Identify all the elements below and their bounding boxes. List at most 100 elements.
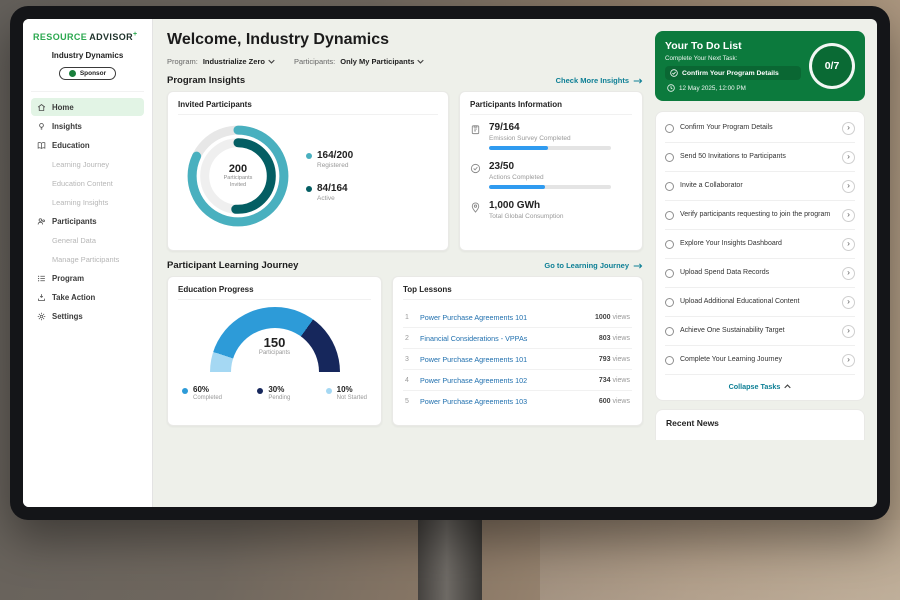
task-row[interactable]: Upload Additional Educational Content ›	[665, 288, 855, 317]
learning-cards-row: Education Progress 150 Participants	[167, 276, 643, 426]
monitor-bezel: RESOURCEADVISOR+ Industry Dynamics Spons…	[10, 6, 890, 520]
consumption-icon	[470, 202, 481, 213]
program-icon	[37, 274, 46, 283]
sidebar-item-insights[interactable]: Insights	[31, 117, 144, 135]
chevron-right-icon[interactable]: ›	[842, 151, 855, 164]
chevron-right-icon[interactable]: ›	[842, 122, 855, 135]
lesson-title-link[interactable]: Power Purchase Agreements 102	[420, 376, 592, 385]
sponsor-icon	[69, 70, 76, 77]
org-name: Industry Dynamics	[31, 51, 144, 60]
sidebar-item-learning-insights[interactable]: Learning Insights	[31, 193, 144, 211]
chevron-right-icon[interactable]: ›	[842, 325, 855, 338]
card-title: Participants Information	[470, 100, 632, 115]
legend-item: 164/200 Registered	[306, 150, 353, 169]
participants-select[interactable]: Only My Participants	[340, 57, 424, 66]
legend-item: 10% Not Started	[326, 385, 367, 401]
lesson-title-link[interactable]: Power Purchase Agreements 101	[420, 313, 588, 322]
progress-bar	[489, 185, 611, 189]
task-row[interactable]: Confirm Your Program Details ›	[665, 114, 855, 143]
actions-icon	[470, 163, 481, 174]
sidebar-item-program[interactable]: Program	[31, 269, 144, 287]
settings-icon	[37, 312, 46, 321]
task-row[interactable]: Complete Your Learning Journey ›	[665, 346, 855, 375]
sidebar-item-manage-participants[interactable]: Manage Participants	[31, 250, 144, 268]
legend-dot	[306, 153, 312, 159]
stat-row: 23/50 Actions Completed	[470, 161, 632, 189]
task-row[interactable]: Explore Your Insights Dashboard ›	[665, 230, 855, 259]
donut-center-label: Participants Invited	[217, 175, 259, 189]
task-row[interactable]: Achieve One Sustainability Target ›	[665, 317, 855, 346]
sidebar-item-education-content[interactable]: Education Content	[31, 174, 144, 192]
legend-item: 60% Completed	[182, 385, 222, 401]
collapse-tasks-button[interactable]: Collapse Tasks	[665, 375, 855, 398]
task-checkbox[interactable]	[665, 298, 674, 307]
education-gauge-chart: 150 Participants	[210, 307, 340, 377]
home-icon	[37, 103, 46, 112]
task-row[interactable]: Upload Spend Data Records ›	[665, 259, 855, 288]
chevron-right-icon[interactable]: ›	[842, 238, 855, 251]
participants-icon	[37, 217, 46, 226]
chevron-right-icon[interactable]: ›	[842, 354, 855, 367]
chevron-right-icon[interactable]: ›	[842, 180, 855, 193]
app-logo: RESOURCEADVISOR+	[31, 29, 144, 49]
donut-center-value: 200	[229, 163, 247, 175]
task-row[interactable]: Invite a Collaborator ›	[665, 172, 855, 201]
todo-progress-ring: 0/7	[809, 43, 855, 89]
org-block: Industry Dynamics Sponsor	[31, 49, 144, 92]
lesson-title-link[interactable]: Power Purchase Agreements 101	[420, 355, 592, 364]
sidebar-item-general-data[interactable]: General Data	[31, 231, 144, 249]
arrow-right-icon	[633, 263, 643, 269]
legend-dot	[306, 186, 312, 192]
go-to-learning-journey-link[interactable]: Go to Learning Journey	[544, 261, 643, 270]
task-checkbox[interactable]	[665, 356, 674, 365]
education-icon	[37, 141, 46, 150]
education-legend: 60% Completed 30% Pending	[178, 385, 371, 401]
clock-icon	[667, 84, 675, 92]
task-checkbox[interactable]	[665, 124, 674, 133]
check-more-insights-link[interactable]: Check More Insights	[556, 76, 643, 85]
monitor-stand	[418, 516, 482, 600]
chevron-right-icon[interactable]: ›	[842, 296, 855, 309]
stat-row: 1,000 GWh Total Global Consumption	[470, 200, 632, 224]
lesson-row[interactable]: 1 Power Purchase Agreements 101 1000 vie…	[403, 307, 632, 328]
next-task-button[interactable]: Confirm Your Program Details	[665, 66, 801, 80]
right-panel: Your To Do List Complete Your Next Task:…	[653, 19, 877, 507]
task-row[interactable]: Send 50 Invitations to Participants ›	[665, 143, 855, 172]
lesson-row[interactable]: 3 Power Purchase Agreements 101 793 view…	[403, 349, 632, 370]
main-content: Welcome, Industry Dynamics Program: Indu…	[153, 19, 653, 507]
todo-due: 12 May 2025, 12:00 PM	[665, 84, 801, 92]
lesson-title-link[interactable]: Financial Considerations - VPPAs	[420, 334, 592, 343]
chevron-right-icon[interactable]: ›	[842, 267, 855, 280]
todo-task-list: Confirm Your Program Details › Send 50 I…	[655, 111, 865, 401]
logo-plus: +	[133, 31, 138, 38]
program-select[interactable]: Industrialize Zero	[203, 57, 275, 66]
sponsor-badge-label: Sponsor	[80, 70, 106, 77]
task-checkbox[interactable]	[665, 240, 674, 249]
sidebar-item-education[interactable]: Education	[31, 136, 144, 154]
legend-item: 84/164 Active	[306, 183, 353, 202]
task-checkbox[interactable]	[665, 153, 674, 162]
sidebar-item-learning-journey[interactable]: Learning Journey	[31, 155, 144, 173]
task-checkbox[interactable]	[665, 182, 674, 191]
arrow-right-icon	[633, 78, 643, 84]
task-checkbox[interactable]	[665, 269, 674, 278]
sidebar-item-home[interactable]: Home	[31, 98, 144, 116]
task-checkbox[interactable]	[665, 327, 674, 336]
sidebar-item-participants[interactable]: Participants	[31, 212, 144, 230]
recent-news-header: Recent News	[655, 409, 865, 440]
lesson-title-link[interactable]: Power Purchase Agreements 103	[420, 397, 592, 406]
task-checkbox[interactable]	[665, 211, 674, 220]
chevron-down-icon	[417, 59, 424, 64]
sponsor-badge[interactable]: Sponsor	[59, 67, 116, 80]
sidebar-item-take-action[interactable]: Take Action	[31, 288, 144, 306]
top-lessons-card: Top Lessons 1 Power Purchase Agreements …	[392, 276, 643, 426]
sidebar-item-settings[interactable]: Settings	[31, 307, 144, 325]
task-row[interactable]: Verify participants requesting to join t…	[665, 201, 855, 230]
lesson-row[interactable]: 2 Financial Considerations - VPPAs 803 v…	[403, 328, 632, 349]
lesson-row[interactable]: 4 Power Purchase Agreements 102 734 view…	[403, 370, 632, 391]
card-title: Top Lessons	[403, 285, 632, 300]
invited-legend: 164/200 Registered 84/164 Active	[306, 150, 353, 202]
legend-dot	[326, 388, 332, 394]
lesson-row[interactable]: 5 Power Purchase Agreements 103 600 view…	[403, 391, 632, 411]
chevron-right-icon[interactable]: ›	[842, 209, 855, 222]
